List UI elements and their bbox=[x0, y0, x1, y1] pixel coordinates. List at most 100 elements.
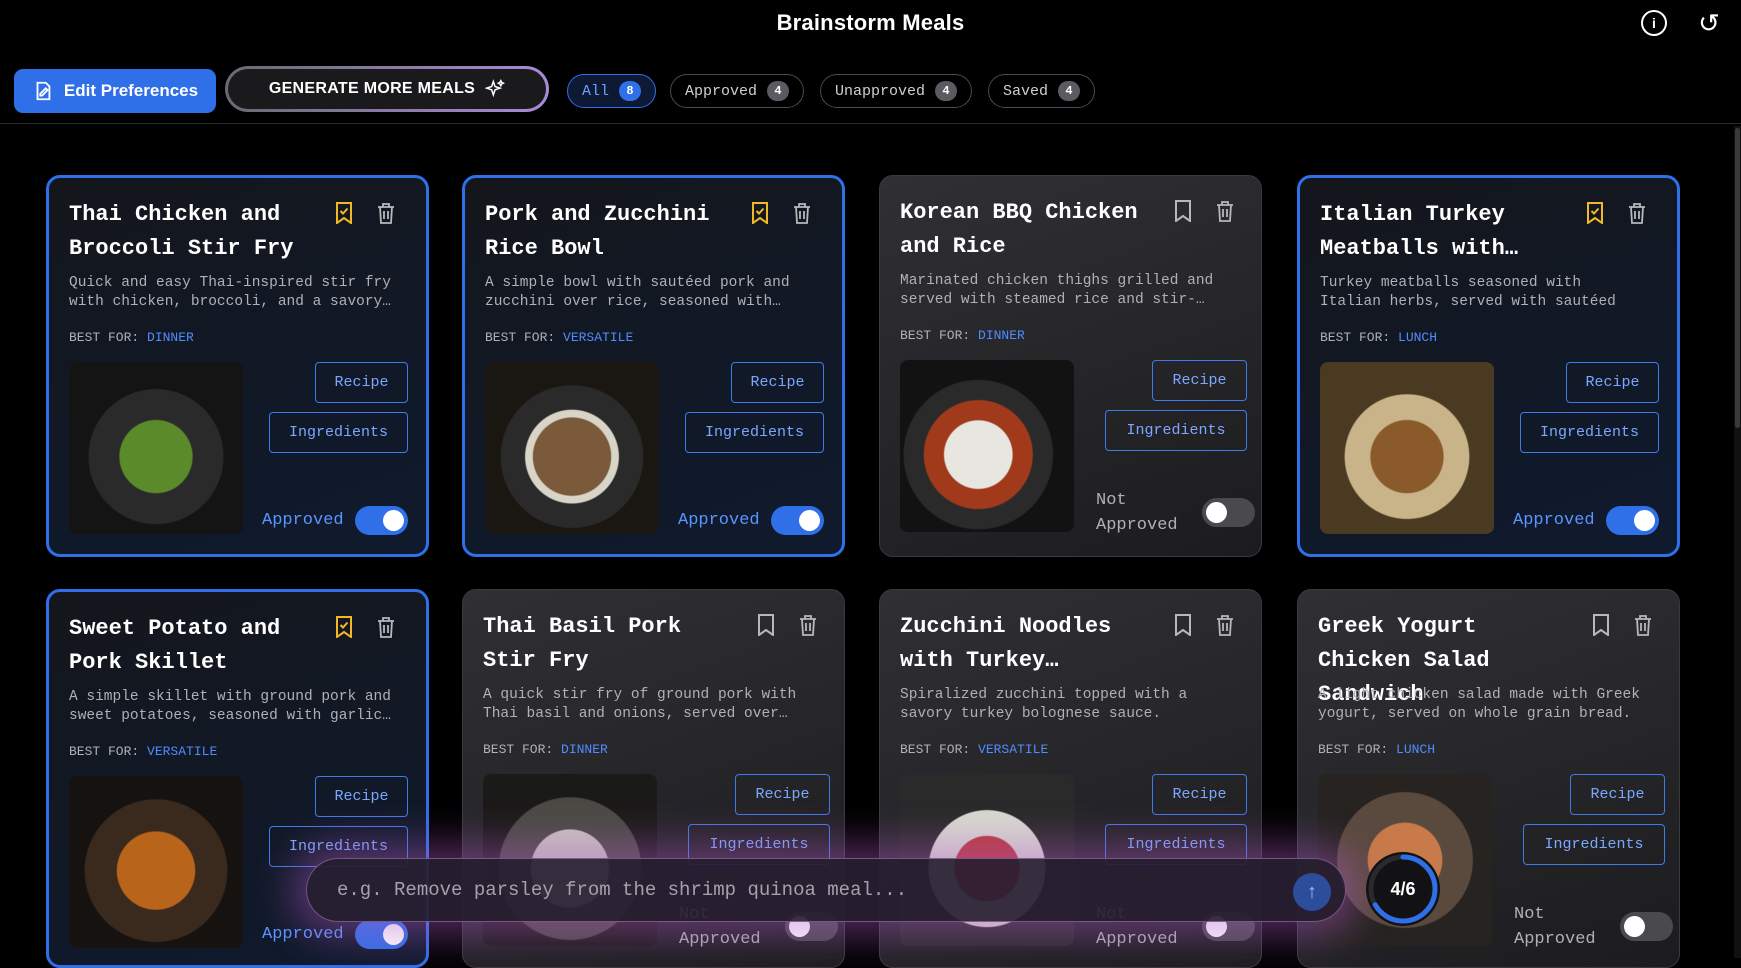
info-icon[interactable]: i bbox=[1641, 10, 1667, 36]
ingredients-label: Ingredients bbox=[288, 838, 389, 855]
meal-description: A simple bowl with sautéed pork and zucc… bbox=[485, 275, 790, 310]
reset-icon[interactable]: ↺ bbox=[1696, 8, 1722, 38]
meal-description: Marinated chicken thighs grilled and ser… bbox=[900, 273, 1214, 308]
ingredients-button[interactable]: Ingredients bbox=[685, 412, 824, 453]
meal-description: A quick stir fry of ground pork with Tha… bbox=[483, 687, 797, 722]
prompt-input[interactable] bbox=[337, 859, 1237, 921]
best-for-label: BEST FOR: bbox=[483, 742, 554, 757]
meal-description: A light chicken salad made with Greek yo… bbox=[1318, 687, 1640, 722]
meal-title: Pork and Zucchini Rice Bowl bbox=[485, 202, 710, 261]
filter-count: 4 bbox=[1058, 81, 1081, 101]
meal-title: Italian Turkey Meatballs with… bbox=[1320, 202, 1519, 261]
status-label: Approved bbox=[262, 511, 344, 530]
sparkle-icon bbox=[485, 79, 506, 98]
meal-card[interactable]: Pork and Zucchini Rice Bowl A simple bowl… bbox=[462, 175, 845, 557]
meal-card[interactable]: Thai Chicken and Broccoli Stir Fry Quick … bbox=[46, 175, 429, 557]
status-label: Approved bbox=[262, 925, 344, 944]
meal-image bbox=[900, 360, 1074, 532]
bookmark-icon[interactable] bbox=[334, 202, 354, 225]
filter-unapproved[interactable]: Unapproved 4 bbox=[820, 74, 973, 108]
send-button[interactable]: ↑ bbox=[1293, 873, 1331, 911]
recipe-label: Recipe bbox=[1172, 786, 1227, 803]
bookmark-icon[interactable] bbox=[750, 202, 770, 225]
recipe-label: Recipe bbox=[1590, 786, 1645, 803]
meal-description: Turkey meatballs seasoned with Italian h… bbox=[1320, 275, 1616, 310]
generate-label: GENERATE MORE MEALS bbox=[268, 80, 476, 97]
ingredients-button[interactable]: Ingredients bbox=[269, 412, 408, 453]
app-title: Brainstorm Meals bbox=[776, 10, 965, 35]
approve-toggle[interactable] bbox=[1202, 498, 1255, 527]
ingredients-button[interactable]: Ingredients bbox=[1105, 410, 1247, 451]
ingredients-button[interactable]: Ingredients bbox=[1523, 824, 1665, 865]
meal-title: Thai Chicken and Broccoli Stir Fry bbox=[69, 202, 294, 261]
filter-label: Unapproved bbox=[835, 82, 926, 100]
bookmark-icon[interactable] bbox=[1585, 202, 1605, 225]
recipe-button[interactable]: Recipe bbox=[1566, 362, 1659, 403]
filter-all[interactable]: All 8 bbox=[567, 74, 657, 108]
approve-toggle[interactable] bbox=[1620, 912, 1673, 941]
best-for-value: DINNER bbox=[561, 742, 608, 757]
ingredients-label: Ingredients bbox=[1126, 836, 1226, 853]
meal-title: Zucchini Noodles with Turkey… bbox=[900, 614, 1112, 673]
approve-toggle[interactable] bbox=[1606, 506, 1659, 535]
trash-icon[interactable] bbox=[1633, 614, 1653, 636]
meal-image bbox=[1320, 362, 1494, 534]
ingredients-label: Ingredients bbox=[1544, 836, 1644, 853]
ingredients-label: Ingredients bbox=[704, 424, 805, 441]
recipe-button[interactable]: Recipe bbox=[315, 362, 408, 403]
recipe-label: Recipe bbox=[334, 788, 389, 805]
meal-description: Quick and easy Thai-inspired stir fry wi… bbox=[69, 275, 391, 310]
approve-toggle[interactable] bbox=[355, 920, 408, 949]
filter-label: Saved bbox=[1003, 82, 1049, 100]
best-for-value: VERSATILE bbox=[147, 744, 218, 759]
filter-saved[interactable]: Saved 4 bbox=[988, 74, 1096, 108]
recipe-button[interactable]: Recipe bbox=[735, 774, 830, 815]
recipe-button[interactable]: Recipe bbox=[1152, 360, 1247, 401]
bookmark-icon[interactable] bbox=[1591, 614, 1611, 637]
toggle-knob bbox=[383, 924, 404, 945]
filter-count: 4 bbox=[935, 81, 958, 101]
recipe-button[interactable]: Recipe bbox=[1152, 774, 1247, 815]
filter-approved[interactable]: Approved 4 bbox=[670, 74, 805, 108]
scrollbar-thumb[interactable] bbox=[1735, 128, 1740, 428]
progress-indicator: 4/6 bbox=[1366, 852, 1440, 926]
ingredients-button[interactable]: Ingredients bbox=[1520, 412, 1659, 453]
best-for-label: BEST FOR: bbox=[69, 330, 140, 345]
edit-icon bbox=[36, 81, 51, 101]
edit-preferences-label: Edit Preferences bbox=[63, 81, 199, 100]
recipe-button[interactable]: Recipe bbox=[1570, 774, 1665, 815]
edit-preferences-button[interactable]: Edit Preferences bbox=[14, 69, 216, 113]
trash-icon[interactable] bbox=[1215, 200, 1235, 222]
bookmark-icon[interactable] bbox=[1173, 200, 1193, 223]
meal-card[interactable]: Korean BBQ Chicken and Rice Marinated chi… bbox=[879, 175, 1262, 557]
best-for-value: DINNER bbox=[978, 328, 1025, 343]
generate-more-meals-button[interactable]: GENERATE MORE MEALS bbox=[225, 66, 549, 112]
status-label: Approved bbox=[678, 511, 760, 530]
best-for-value: VERSATILE bbox=[563, 330, 634, 345]
best-for: BEST FOR: DINNER bbox=[69, 330, 194, 345]
best-for-value: LUNCH bbox=[1396, 742, 1436, 757]
toggle-knob bbox=[799, 510, 820, 531]
meal-card[interactable]: Greek Yogurt Chicken Salad Sandwich A lig… bbox=[1297, 589, 1680, 968]
meal-card[interactable]: Italian Turkey Meatballs with… Turkey mea… bbox=[1297, 175, 1680, 557]
trash-icon[interactable] bbox=[1215, 614, 1235, 636]
trash-icon[interactable] bbox=[792, 202, 812, 224]
trash-icon[interactable] bbox=[1627, 202, 1647, 224]
recipe-button[interactable]: Recipe bbox=[731, 362, 824, 403]
bookmark-icon[interactable] bbox=[756, 614, 776, 637]
recipe-label: Recipe bbox=[755, 786, 810, 803]
filter-label: All bbox=[582, 82, 610, 100]
best-for: BEST FOR: LUNCH bbox=[1320, 330, 1437, 345]
toggle-knob bbox=[1634, 510, 1655, 531]
trash-icon[interactable] bbox=[376, 616, 396, 638]
bookmark-icon[interactable] bbox=[334, 616, 354, 639]
recipe-button[interactable]: Recipe bbox=[315, 776, 408, 817]
trash-icon[interactable] bbox=[798, 614, 818, 636]
bookmark-icon[interactable] bbox=[1173, 614, 1193, 637]
best-for-label: BEST FOR: bbox=[1320, 330, 1391, 345]
trash-icon[interactable] bbox=[376, 202, 396, 224]
status-label: Not Approved bbox=[1514, 905, 1596, 949]
status-label: Approved bbox=[1513, 511, 1595, 530]
approve-toggle[interactable] bbox=[771, 506, 824, 535]
approve-toggle[interactable] bbox=[355, 506, 408, 535]
